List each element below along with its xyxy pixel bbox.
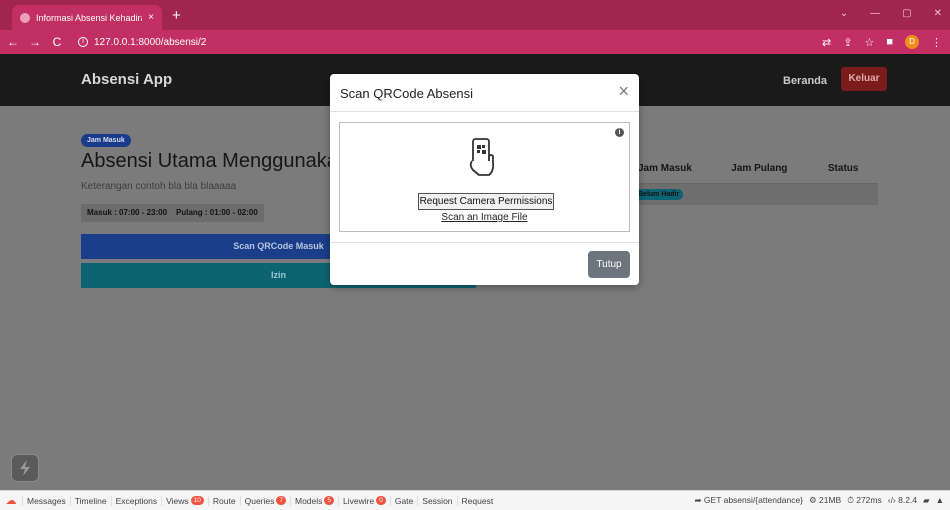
debug-time: ⏱ 272ms [847, 495, 882, 505]
debug-tab-label: Route [212, 495, 236, 506]
debug-tab-queries[interactable]: Queries 7 [239, 495, 290, 506]
debug-count-badge: 7 [276, 496, 286, 505]
tab-search-icon[interactable]: ⌄ [840, 8, 848, 19]
page-description: Keterangan contoh bla bla blaaaaa [81, 181, 237, 192]
modal-footer: Tutup [330, 242, 639, 285]
debug-tab-exceptions[interactable]: Exceptions [110, 495, 162, 506]
debug-collapse-icon[interactable]: ▲ [936, 495, 944, 506]
debug-memory: ⚙ 21MB [809, 495, 842, 505]
debug-time-text: 272ms [856, 495, 882, 505]
logout-button[interactable]: Keluar [841, 67, 887, 91]
qr-scanner-region: i Request Camera Permissions Scan an Ima… [339, 122, 630, 232]
table-row: Belum Hadir [630, 183, 878, 205]
col-jam-pulang: Jam Pulang [723, 154, 820, 184]
minimize-icon[interactable]: — [870, 8, 880, 19]
debug-count-badge: 5 [324, 496, 335, 505]
scanner-info-icon[interactable]: i [615, 128, 624, 137]
debug-php: ‹/› 8.2.4 [887, 495, 918, 505]
forward-icon[interactable]: → [26, 35, 44, 49]
col-status: Status [819, 154, 878, 184]
modal-title: Scan QRCode Absensi [340, 86, 473, 101]
debug-tab-label: Gate [394, 495, 414, 506]
debug-request[interactable]: ➦ GET absensi/{attendance} [694, 495, 803, 506]
url-field[interactable]: i 127.0.0.1:8000/absensi/2 [78, 37, 206, 48]
site-info-icon[interactable]: i [78, 37, 88, 47]
back-icon[interactable]: ← [4, 35, 22, 49]
favicon-icon [20, 12, 30, 23]
debug-tab-label: Models [295, 495, 323, 506]
window-controls: ⌄ — ▢ ✕ [840, 8, 942, 19]
share-icon[interactable]: ⇪ [843, 36, 852, 49]
debug-tab-label: Messages [27, 495, 66, 506]
debug-tab-gate[interactable]: Gate [389, 495, 417, 506]
debug-tab-session[interactable]: Session [417, 495, 456, 506]
address-bar: ← → C i 127.0.0.1:8000/absensi/2 ⇄ ⇪ ☆ ■… [0, 30, 950, 54]
jam-masuk-badge: Jam Masuk [81, 134, 131, 147]
debug-tab-label: Timeline [74, 495, 107, 506]
status-badge: Belum Hadir [634, 189, 684, 201]
debug-toggle-icon[interactable] [11, 454, 39, 482]
page-title: Absensi Utama Menggunakan [81, 150, 331, 172]
debug-bar: ☁ Messages Timeline Exceptions Views 10 R… [0, 490, 950, 510]
menu-dots-icon[interactable]: ⋮ [931, 36, 942, 49]
debug-memory-text: 21MB [819, 495, 842, 505]
debug-tab-route[interactable]: Route [207, 495, 240, 506]
debug-stats: ➦ GET absensi/{attendance} ⚙ 21MB ⏱ 272m… [694, 495, 944, 506]
debug-tab-models[interactable]: Models 5 [290, 495, 338, 506]
qrcode-modal: Scan QRCode Absensi × i Request Camera P… [330, 74, 639, 285]
new-tab-button[interactable]: + [172, 7, 181, 24]
debug-tab-label: Request [461, 495, 494, 506]
laravel-logo-icon[interactable]: ☁ [0, 494, 22, 507]
cell-status-pill: Belum Hadir [630, 183, 724, 205]
tutup-button[interactable]: Tutup [588, 251, 630, 278]
nav-home-link[interactable]: Beranda [783, 75, 827, 87]
debug-tab-label: Views [166, 495, 189, 506]
phone-qr-icon [469, 137, 499, 180]
debug-tab-messages[interactable]: Messages [22, 495, 70, 506]
modal-header: Scan QRCode Absensi × [330, 74, 639, 112]
schedule-out-badge: Pulang : 01:00 - 02:00 [170, 204, 264, 222]
debug-tab-livewire[interactable]: Livewire 0 [338, 495, 390, 506]
cell-empty [819, 183, 878, 205]
modal-close-icon[interactable]: × [618, 82, 629, 100]
browser-tab-bar: Informasi Absensi Kehadiran | Al × + ⌄ —… [0, 0, 950, 30]
debug-php-text: 8.2.4 [898, 495, 918, 505]
debug-tab-label: Queries [244, 495, 275, 506]
browser-tab[interactable]: Informasi Absensi Kehadiran | Al × [12, 5, 162, 30]
debug-tab-label: Session [422, 495, 453, 506]
tab-title: Informasi Absensi Kehadiran | Al [36, 12, 142, 23]
debug-count-badge: 10 [190, 496, 204, 505]
url-text: 127.0.0.1:8000/absensi/2 [94, 36, 207, 48]
debug-request-text: GET absensi/{attendance} [703, 495, 804, 505]
col-jam-masuk: Jam Masuk [630, 154, 724, 184]
browser-toolbar-icons: ⇄ ⇪ ☆ ■ D ⋮ [822, 35, 942, 49]
debug-tab-views[interactable]: Views 10 [161, 495, 208, 506]
app-brand[interactable]: Absensi App [81, 71, 172, 88]
translate-icon[interactable]: ⇄ [822, 36, 831, 49]
debug-tab-label: Livewire [343, 495, 375, 506]
tab-close-icon[interactable]: × [148, 12, 154, 23]
debug-folder-icon[interactable]: ▰ [923, 495, 930, 506]
bookmark-star-icon[interactable]: ☆ [864, 36, 874, 49]
reload-icon[interactable]: C [48, 35, 66, 49]
maximize-icon[interactable]: ▢ [902, 8, 911, 19]
close-window-icon[interactable]: ✕ [934, 8, 942, 19]
debug-tab-label: Exceptions [115, 495, 158, 506]
request-camera-button[interactable]: Request Camera Permissions [418, 193, 554, 210]
schedule-in-badge: Masuk : 07:00 - 23:00 [81, 204, 174, 222]
attendance-table: Jam Masuk Jam Pulang Status Belum Hadir [630, 154, 878, 205]
sidepanel-icon[interactable]: ■ [886, 36, 893, 48]
debug-count-badge: 0 [376, 496, 386, 505]
cell-empty [723, 183, 820, 205]
debug-tab-timeline[interactable]: Timeline [69, 495, 111, 506]
debug-tab-request[interactable]: Request [456, 495, 498, 506]
scan-image-link[interactable]: Scan an Image File [340, 212, 629, 223]
profile-avatar[interactable]: D [905, 35, 919, 49]
